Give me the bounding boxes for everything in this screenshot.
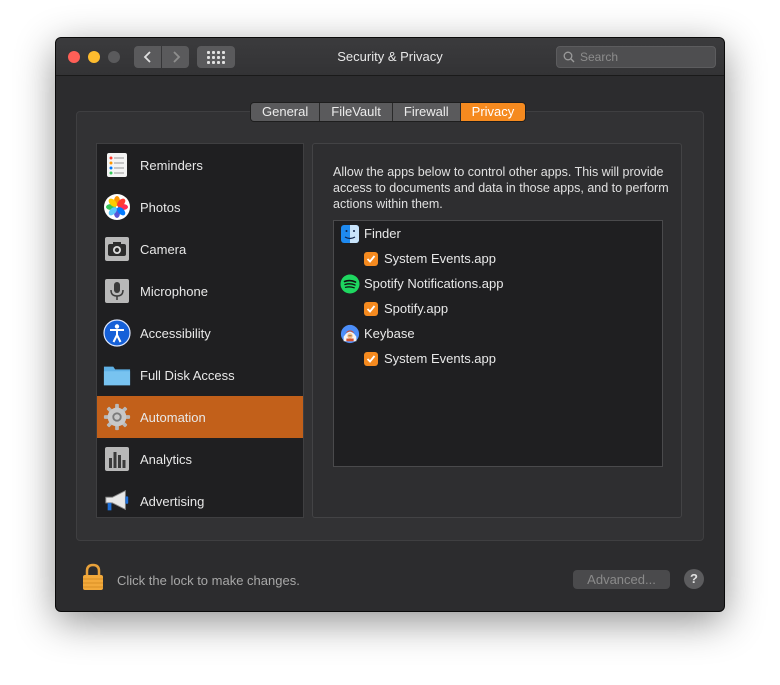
lock-button[interactable] <box>82 563 104 591</box>
security-privacy-window: Security & Privacy General FileVault Fir… <box>56 38 724 611</box>
sidebar-item-camera[interactable]: Camera <box>97 228 303 270</box>
sidebar-item-label: Microphone <box>140 283 208 299</box>
gear-icon <box>103 403 131 431</box>
automation-description: Allow the apps below to control other ap… <box>333 165 669 211</box>
sidebar-item-label: Advertising <box>140 493 205 509</box>
sidebar-item-advertising[interactable]: Advertising <box>97 480 303 517</box>
list-item-target[interactable]: System Events.app <box>334 346 662 371</box>
target-app-name: Spotify.app <box>384 301 449 316</box>
sidebar-item-label: Automation <box>140 409 206 425</box>
checkbox-checked[interactable] <box>364 351 378 366</box>
search-input[interactable] <box>580 50 710 64</box>
tab-general[interactable]: General <box>251 103 321 121</box>
checkmark-icon <box>366 304 376 313</box>
keybase-icon <box>340 324 360 344</box>
list-item-finder[interactable]: Finder <box>334 221 662 246</box>
sidebar-item-label: Analytics <box>140 451 193 467</box>
spotify-icon <box>340 274 360 294</box>
tab-privacy[interactable]: Privacy <box>460 103 526 121</box>
checkmark-icon <box>366 254 376 263</box>
finder-icon <box>340 224 360 244</box>
tab-firewall[interactable]: Firewall <box>392 103 461 121</box>
analytics-icon <box>103 445 131 473</box>
sidebar-item-label: Camera <box>140 241 187 257</box>
sidebar-item-microphone[interactable]: Microphone <box>97 270 303 312</box>
microphone-icon <box>103 277 131 305</box>
app-name: Finder <box>364 226 401 241</box>
sidebar-item-accessibility[interactable]: Accessibility <box>97 312 303 354</box>
search-icon <box>563 51 575 63</box>
camera-icon <box>103 235 131 263</box>
lock-icon <box>83 563 103 590</box>
app-name: Keybase <box>364 326 415 341</box>
lock-status-text: Click the lock to make changes. <box>117 573 300 588</box>
sidebar-item-analytics[interactable]: Analytics <box>97 438 303 480</box>
tab-bar: General FileVault Firewall Privacy <box>250 102 527 122</box>
app-name: Spotify Notifications.app <box>364 276 504 291</box>
help-button[interactable]: ? <box>684 569 704 589</box>
tab-filevault[interactable]: FileVault <box>320 103 393 121</box>
checkmark-icon <box>366 354 376 363</box>
sidebar-item-automation[interactable]: Automation <box>97 396 303 438</box>
target-app-name: System Events.app <box>384 351 496 366</box>
list-item-target[interactable]: Spotify.app <box>334 296 662 321</box>
advanced-button[interactable]: Advanced... <box>573 570 670 589</box>
checkbox-checked[interactable] <box>364 301 378 316</box>
list-item-spotify-notifications[interactable]: Spotify Notifications.app <box>334 271 662 296</box>
megaphone-icon <box>103 487 131 515</box>
search-field[interactable] <box>556 46 716 68</box>
sidebar-item-label: Accessibility <box>140 325 211 341</box>
reminders-icon <box>103 151 131 179</box>
privacy-category-list: Reminders Photos Camera Microphone Acces… <box>96 143 304 518</box>
title-bar: Security & Privacy <box>56 38 724 76</box>
automation-detail-pane: Allow the apps below to control other ap… <box>312 143 682 518</box>
sidebar-item-label: Reminders <box>140 157 203 173</box>
folder-icon <box>103 361 131 389</box>
checkbox-checked[interactable] <box>364 251 378 266</box>
sidebar-item-label: Full Disk Access <box>140 367 235 383</box>
sidebar-item-label: Photos <box>140 199 181 215</box>
list-item-keybase[interactable]: Keybase <box>334 321 662 346</box>
sidebar-item-photos[interactable]: Photos <box>97 186 303 228</box>
list-item-target[interactable]: System Events.app <box>334 246 662 271</box>
target-app-name: System Events.app <box>384 251 496 266</box>
photos-icon <box>103 193 131 221</box>
sidebar-item-full-disk-access[interactable]: Full Disk Access <box>97 354 303 396</box>
automation-app-list: Finder System Events.app Spotify Notific… <box>333 220 663 467</box>
accessibility-icon <box>103 319 131 347</box>
sidebar-item-reminders[interactable]: Reminders <box>97 144 303 186</box>
